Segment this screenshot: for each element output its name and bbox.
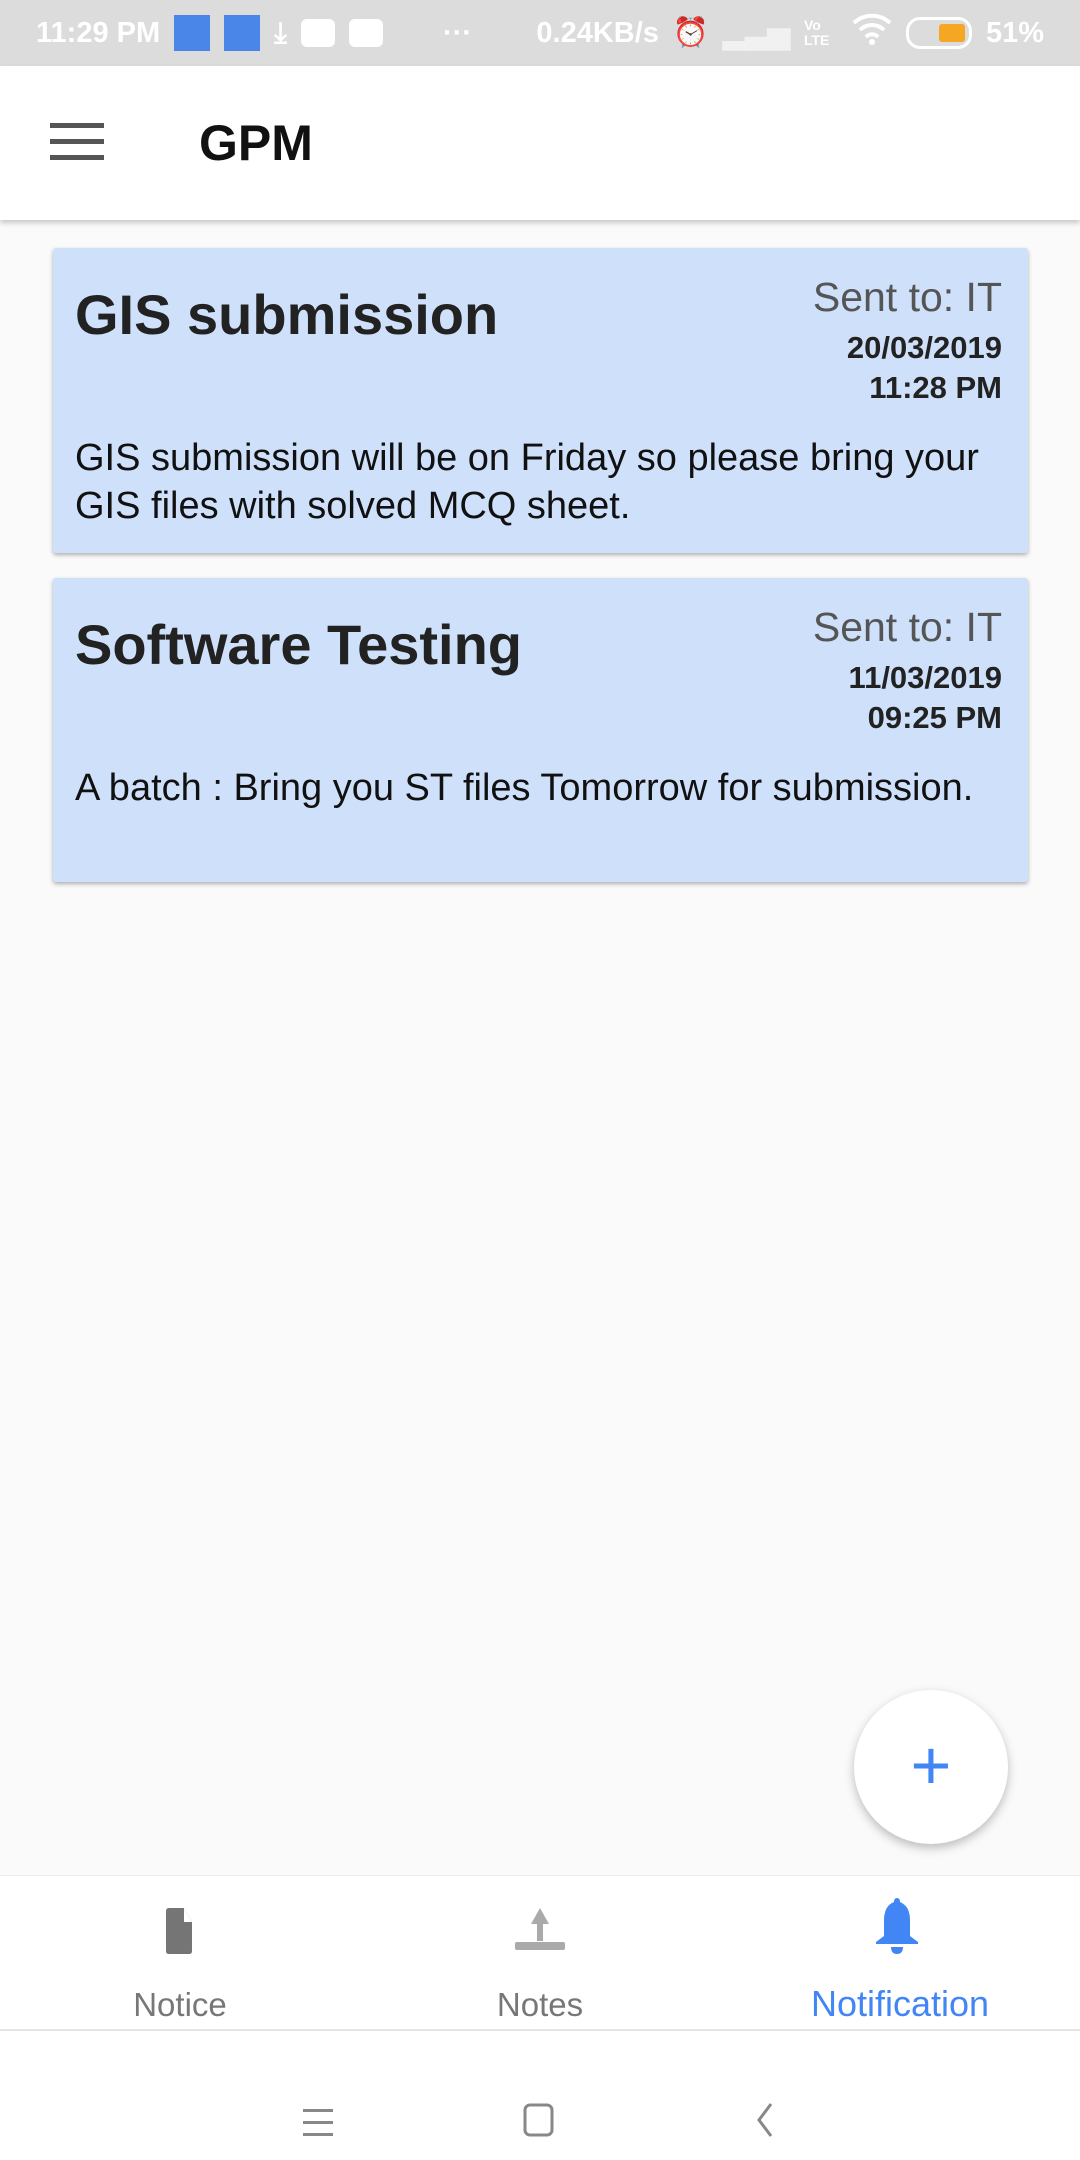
tab-label: Notification [810,1983,990,2024]
tab-notice[interactable]: Notice [0,1876,360,2029]
youtube-icon [348,19,383,47]
download-icon: ⤓ [274,16,287,49]
battery-percent: 51% [985,16,1044,49]
notification-card[interactable]: Software Testing Sent to: IT 11/03/2019 … [53,578,1028,882]
system-navigation-bar [0,2031,1080,2160]
bottom-navigation: Notice Notes Notification [0,1875,1080,2031]
notification-card[interactable]: GIS submission Sent to: IT 20/03/2019 11… [53,248,1028,553]
status-time: 11:29 PM [36,16,161,49]
hamburger-icon[interactable] [50,123,104,161]
page-title: GPM [199,115,313,171]
alarm-icon: ⏰ [672,17,710,49]
more-icon: ··· [442,16,472,49]
notification-body: GIS submission will be on Friday so plea… [75,437,979,527]
notification-date: 20/03/2019 [846,330,1002,365]
tab-notification[interactable]: Notification [720,1876,1080,2029]
notification-time: 09:25 PM [867,700,1002,735]
upload-icon [515,1908,565,1950]
notification-recipient: Sent to: IT [812,604,1002,650]
signal-icon: ▂▃▅ [723,17,790,50]
volte-icon: Vo LTE [803,17,830,48]
tab-label: Notice [133,1986,227,2023]
app-bar: GPM [0,66,1080,220]
youtube-icon [300,19,335,47]
app-notification-icon [174,15,211,51]
back-icon[interactable] [755,2103,777,2142]
recents-icon[interactable] [303,2107,335,2142]
tab-notes[interactable]: Notes [360,1876,720,2029]
tab-label: Notes [496,1986,584,2023]
home-icon[interactable] [523,2103,555,2142]
app-notification-icon [224,15,261,51]
network-speed: 0.24KB/s [536,16,659,49]
notification-title: Software Testing [75,613,523,676]
notification-recipient: Sent to: IT [812,274,1002,320]
notification-body: A batch : Bring you ST files Tomorrow fo… [75,767,974,809]
notification-time: 11:28 PM [869,370,1002,405]
add-notification-button[interactable]: + [854,1690,1008,1844]
wifi-icon [852,13,892,53]
status-bar: 11:29 PM ⤓ ··· 0.24KB/s ⏰ ▂▃▅ Vo LTE 51% [0,0,1080,66]
file-icon [166,1908,192,1954]
notification-title: GIS submission [75,283,499,346]
notification-date: 11/03/2019 [848,660,1002,695]
battery-icon [905,17,972,49]
bell-icon [876,1898,918,1954]
